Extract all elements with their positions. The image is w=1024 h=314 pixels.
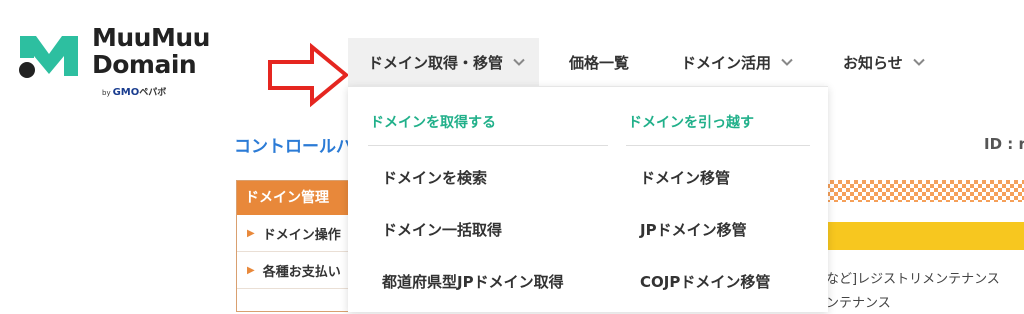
chevron-down-icon <box>781 58 793 66</box>
user-id-label: ID : r <box>984 135 1024 153</box>
triangle-right-icon: ▶ <box>247 264 255 276</box>
notice-bar <box>826 222 1024 250</box>
panel-menu-item-domain-ops[interactable]: ▶ ドメイン操作 <box>237 215 357 252</box>
menu-item-prefecture-jp[interactable]: 都道府県型JPドメイン取得 <box>368 250 608 302</box>
menu-item-jp-transfer[interactable]: JPドメイン移管 <box>626 198 810 250</box>
panel-heading: ドメイン管理 <box>237 181 357 215</box>
nav-label: お知らせ <box>843 53 903 72</box>
control-panel-link[interactable]: コントロールパ <box>234 132 353 157</box>
global-nav: ドメイン取得・移管 価格一覧 ドメイン活用 お知らせ <box>348 38 925 86</box>
nav-item-domain-usage[interactable]: ドメイン活用 <box>681 38 793 86</box>
menu-item-domain-search[interactable]: ドメインを検索 <box>368 146 608 198</box>
menu-item-cojp-transfer[interactable]: COJPドメイン移管 <box>626 250 810 302</box>
panel-menu-label: 各種お支払い <box>262 264 341 280</box>
nav-item-domain-acquire-transfer[interactable]: ドメイン取得・移管 <box>348 38 540 86</box>
panel-menu-label: ドメイン操作 <box>262 227 341 243</box>
dropdown-column-acquire: ドメインを取得する ドメインを検索 ドメイン一括取得 都道府県型JPドメイン取得 <box>368 87 608 302</box>
chevron-down-icon <box>913 58 925 66</box>
dropdown-heading-transfer: ドメインを引っ越す <box>626 87 810 146</box>
red-arrow-icon <box>268 42 350 108</box>
nav-item-price-list[interactable]: 価格一覧 <box>569 38 629 86</box>
nav-item-news[interactable]: お知らせ <box>843 38 925 86</box>
logo-text: MuuMuu Domain <box>92 23 210 79</box>
maintenance-notice[interactable]: など]レジストリメンテナンス <box>826 268 1000 287</box>
domain-dropdown-menu: ドメインを取得する ドメインを検索 ドメイン一括取得 都道府県型JPドメイン取得… <box>348 86 828 312</box>
nav-label: 価格一覧 <box>569 53 630 72</box>
menu-item-domain-transfer[interactable]: ドメイン移管 <box>626 146 810 198</box>
checkered-banner <box>826 180 1024 202</box>
maintenance-notice[interactable]: ンテナンス <box>826 292 891 311</box>
dropdown-heading-acquire: ドメインを取得する <box>368 87 608 146</box>
dropdown-column-transfer: ドメインを引っ越す ドメイン移管 JPドメイン移管 COJPドメイン移管 <box>626 87 810 302</box>
triangle-right-icon: ▶ <box>247 227 255 239</box>
logo-mark-icon <box>19 36 78 78</box>
chevron-down-icon <box>513 58 525 66</box>
panel-menu-item-payments[interactable]: ▶ 各種お支払い <box>237 252 357 289</box>
muumuu-domain-logo[interactable]: MuuMuu Domain by GMOペパボ <box>14 22 224 102</box>
domain-management-panel: ドメイン管理 ▶ ドメイン操作 ▶ 各種お支払い <box>236 180 358 312</box>
nav-label: ドメイン活用 <box>681 53 772 72</box>
nav-label: ドメイン取得・移管 <box>368 53 504 72</box>
menu-item-bulk-acquire[interactable]: ドメイン一括取得 <box>368 198 608 250</box>
logo-byline: by GMOペパボ <box>102 87 167 98</box>
